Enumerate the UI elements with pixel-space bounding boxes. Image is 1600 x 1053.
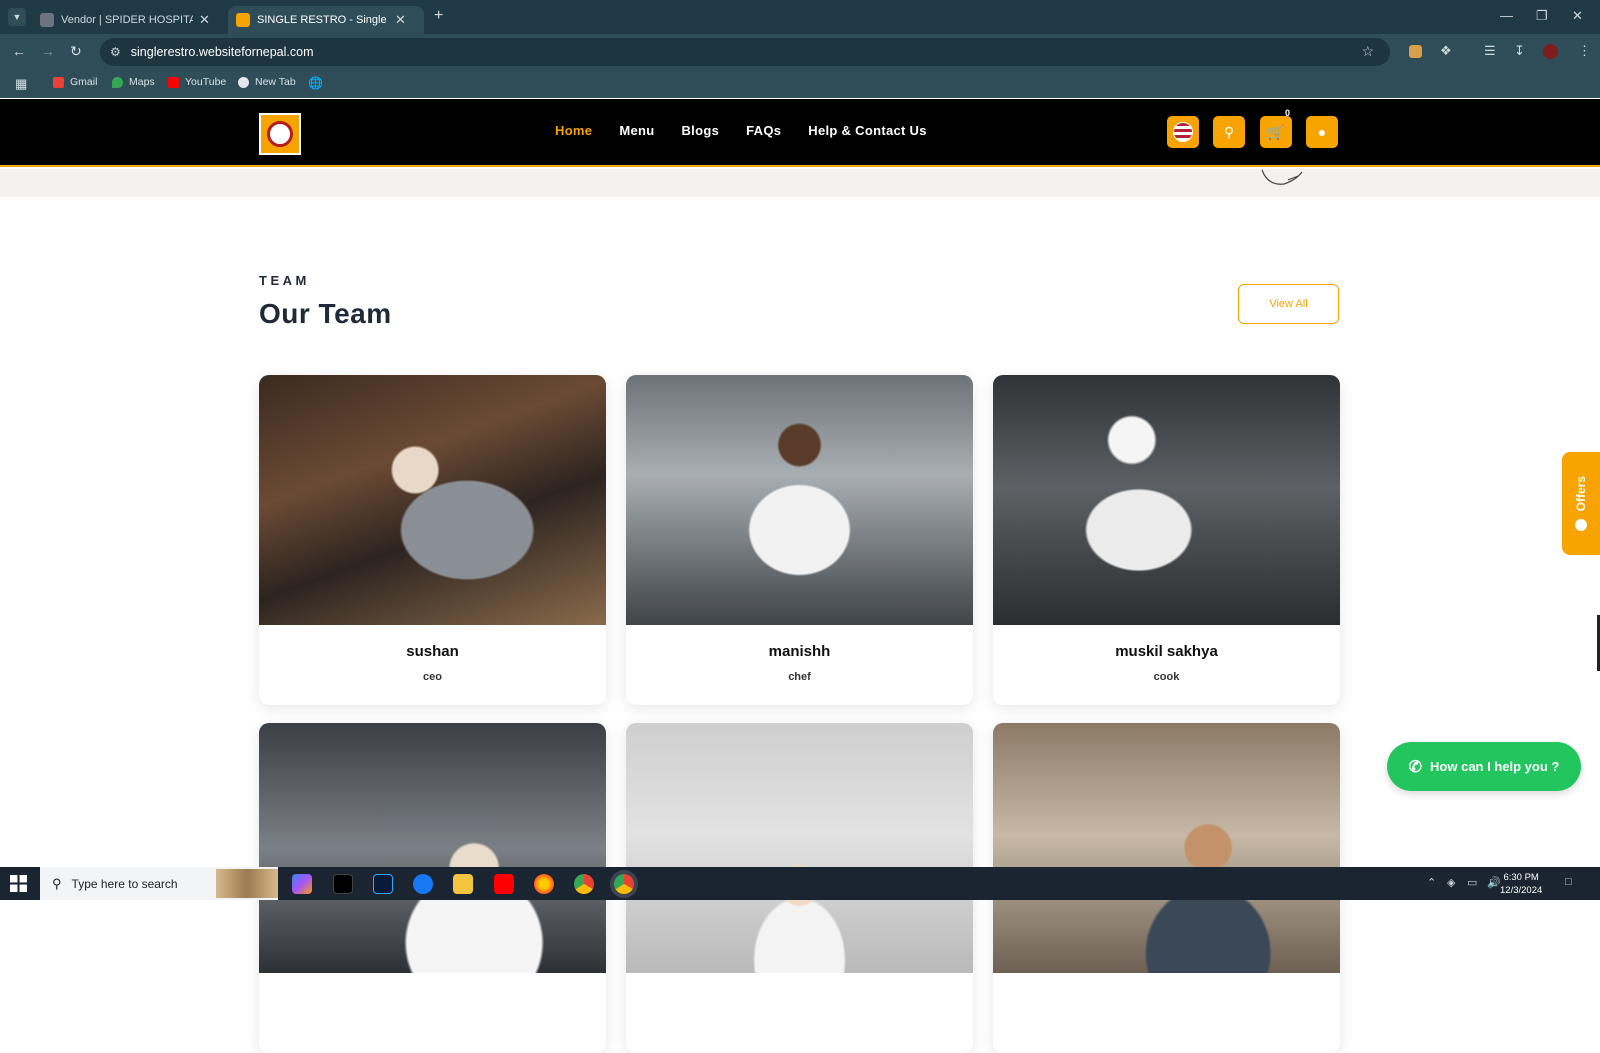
tiktok-icon[interactable] [333, 874, 353, 894]
team-member-role: chef [788, 671, 811, 683]
network-icon[interactable]: ▭ [1467, 876, 1477, 889]
help-chat-button[interactable]: ✆ How can I help you ? [1387, 742, 1581, 791]
minimize-icon[interactable]: — [1500, 8, 1513, 23]
bookmark-new-tab[interactable]: New Tab [238, 76, 296, 88]
team-member-photo [993, 375, 1340, 625]
site-header: Home Menu Blogs FAQs Help & Contact Us ⚲… [0, 99, 1600, 167]
address-bar[interactable]: ⚙ singlerestro.websitefornepal.com ☆ [100, 38, 1390, 66]
section-tag: TEAM [259, 273, 310, 288]
section-title: Our Team [259, 298, 392, 329]
offers-badge-icon [1575, 519, 1587, 532]
browser-tab-strip: ▼ Vendor | SPIDER HOSPITALITY F ✕ SINGLE… [0, 0, 1600, 34]
cart-icon: 🛒 [1267, 123, 1285, 140]
google-icon [238, 76, 249, 88]
browser-tab-single-restro[interactable]: SINGLE RESTRO - Single Restau ✕ [228, 6, 424, 34]
spider-favicon-icon [40, 13, 54, 27]
close-tab-icon[interactable]: ✕ [199, 12, 210, 28]
security-shield-icon[interactable]: ◈ [1447, 876, 1455, 889]
us-flag-icon [1173, 122, 1193, 142]
profile-avatar[interactable] [1543, 44, 1558, 59]
restro-favicon-icon [236, 13, 250, 27]
search-icon: ⚲ [1223, 123, 1235, 140]
notifications-icon[interactable]: □ [1565, 876, 1572, 888]
main-nav: Home Menu Blogs FAQs Help & Contact Us [555, 123, 927, 138]
youtube-app-icon[interactable] [494, 874, 514, 894]
account-button[interactable]: ● [1306, 116, 1338, 148]
cart-count-badge: 0 [1285, 108, 1291, 118]
nav-faqs[interactable]: FAQs [746, 123, 781, 138]
facebook-icon[interactable] [413, 874, 433, 894]
team-member-photo [259, 375, 606, 625]
photoshop-icon[interactable] [373, 874, 393, 894]
restore-icon[interactable]: ❐ [1536, 8, 1548, 24]
media-control-icon[interactable]: ☰ [1484, 43, 1496, 59]
windows-taskbar: ⚲ Type here to search ⌃ ◈ ▭ 🔊 6:30 PM 12… [0, 867, 1600, 900]
taskbar-search-box[interactable]: ⚲ Type here to search [40, 867, 278, 900]
team-member-photo [626, 375, 973, 625]
windows-start-icon[interactable] [10, 875, 27, 892]
puzzle-extensions-icon[interactable]: ❖ [1440, 43, 1452, 59]
team-member-name: manishh [768, 643, 831, 660]
firefox-icon[interactable] [534, 874, 554, 894]
language-flag-button[interactable] [1167, 116, 1199, 148]
logo-emblem-icon [267, 121, 293, 147]
team-member-photo [993, 723, 1340, 973]
tab-search-chevron-icon[interactable]: ▼ [8, 8, 26, 26]
bookmark-maps[interactable]: Maps [112, 76, 155, 88]
offers-side-tab[interactable]: Offers [1562, 452, 1600, 555]
search-icon: ⚲ [52, 875, 62, 891]
team-member-role: cook [1153, 671, 1180, 683]
kebab-menu-icon[interactable]: ⋮ [1578, 43, 1591, 59]
phone-icon: ✆ [1408, 758, 1423, 776]
bookmark-youtube[interactable]: YouTube [168, 76, 226, 88]
file-explorer-icon[interactable] [453, 874, 473, 894]
chrome-active-icon[interactable] [614, 874, 634, 894]
youtube-icon [168, 76, 179, 88]
team-member-name: muskil sakhya [1115, 643, 1218, 660]
maps-pin-icon [112, 76, 123, 88]
site-logo[interactable] [259, 113, 301, 155]
team-member-photo [626, 723, 973, 973]
team-card[interactable]: muskil sakhya cook [993, 375, 1340, 705]
bookmark-star-icon[interactable]: ☆ [1361, 43, 1374, 60]
team-member-role: ceo [423, 671, 442, 683]
chrome-icon[interactable] [574, 874, 594, 894]
volume-icon[interactable]: 🔊 [1487, 876, 1501, 889]
nav-menu[interactable]: Menu [619, 123, 654, 138]
taskbar-clock[interactable]: 6:30 PM 12/3/2024 [1500, 871, 1542, 897]
nav-home[interactable]: Home [555, 123, 592, 138]
tray-chevron-icon[interactable]: ⌃ [1427, 876, 1436, 889]
search-button[interactable]: ⚲ [1213, 116, 1245, 148]
nav-blogs[interactable]: Blogs [681, 123, 719, 138]
browser-tab-vendor[interactable]: Vendor | SPIDER HOSPITALITY F ✕ [32, 6, 218, 34]
apps-grid-icon[interactable]: ▦ [15, 76, 27, 92]
user-icon: ● [1317, 124, 1327, 140]
forward-arrow-icon[interactable]: → [41, 43, 55, 59]
browser-toolbar: ← → ↻ ⚙ singlerestro.websitefornepal.com… [0, 34, 1600, 70]
site-info-icon[interactable]: ⚙ [110, 45, 121, 59]
download-icon[interactable]: ↧ [1514, 43, 1525, 59]
team-card[interactable]: sushan ceo [259, 375, 606, 705]
new-tab-plus-icon[interactable]: + [434, 7, 443, 25]
reload-icon[interactable]: ↻ [70, 43, 82, 60]
cart-button[interactable]: 🛒 [1260, 116, 1292, 148]
back-arrow-icon[interactable]: ← [12, 43, 26, 59]
extension-icon[interactable] [1409, 45, 1422, 58]
view-all-button[interactable]: View All [1238, 284, 1339, 324]
bookmark-gmail[interactable]: Gmail [53, 76, 97, 88]
copilot-icon[interactable] [292, 874, 312, 894]
bookmarks-bar: ▦ Gmail Maps YouTube New Tab 🌐 [0, 70, 1600, 98]
nav-help-contact[interactable]: Help & Contact Us [808, 123, 927, 138]
search-highlight-art [216, 869, 278, 898]
team-member-name: sushan [406, 643, 459, 660]
team-member-photo [259, 723, 606, 973]
gmail-icon [53, 76, 64, 88]
close-tab-icon[interactable]: ✕ [395, 12, 406, 28]
hero-bottom-band [0, 169, 1600, 197]
globe-icon[interactable]: 🌐 [308, 76, 323, 90]
decorative-doodle-icon [1261, 169, 1303, 185]
team-card[interactable]: manishh chef [626, 375, 973, 705]
close-window-icon[interactable]: ✕ [1572, 8, 1583, 24]
